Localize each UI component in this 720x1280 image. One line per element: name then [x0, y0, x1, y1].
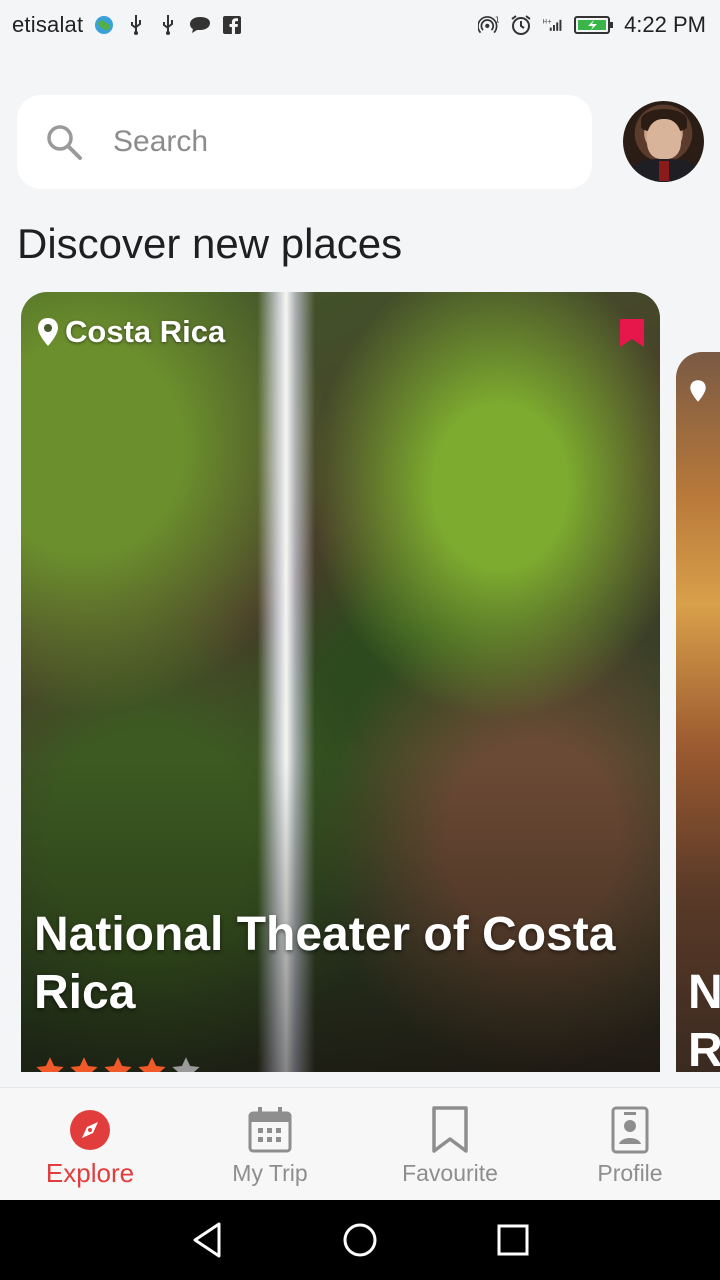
avatar-face [647, 119, 681, 159]
profile-badge-icon [608, 1106, 652, 1154]
alarm-icon [510, 14, 532, 36]
star-icon [36, 1057, 64, 1072]
recents-icon[interactable] [493, 1220, 533, 1260]
nav-my-trip[interactable]: My Trip [180, 1088, 360, 1200]
status-bar: etisalat 1 H+ 4:22 PM [0, 0, 720, 50]
place-title: National Theater of Costa Rica [34, 908, 616, 1019]
location-pin-icon [35, 317, 61, 347]
hotspot-icon: 1 [478, 14, 500, 36]
signal-icon: H+ [542, 14, 564, 36]
svg-text:H+: H+ [543, 20, 552, 26]
android-navigation-bar [0, 1200, 720, 1280]
bookmark-outline-icon [428, 1106, 472, 1154]
star-rating [35, 1056, 201, 1072]
nav-label: Favourite [402, 1160, 498, 1186]
nav-favourite[interactable]: Favourite [360, 1088, 540, 1200]
clock-time: 4:22 PM [624, 12, 706, 37]
nav-explore[interactable]: Explore [0, 1088, 180, 1200]
bookmark-icon[interactable] [619, 318, 645, 348]
place-card[interactable]: Costa Rica National Theater of Costa Ric… [21, 292, 660, 1072]
nav-label: Explore [45, 1158, 135, 1188]
message-icon [189, 14, 211, 36]
search-bar[interactable] [17, 95, 592, 189]
facebook-icon [221, 14, 243, 36]
carrier-label: etisalat [12, 12, 84, 37]
nav-profile[interactable]: Profile [540, 1088, 720, 1200]
card-location: Costa Rica [35, 314, 225, 350]
search-icon [45, 123, 83, 161]
star-icon [104, 1057, 132, 1072]
status-left: etisalat [12, 12, 243, 38]
star-icon [70, 1057, 98, 1072]
usb-icon [125, 14, 147, 36]
calendar-icon [248, 1106, 292, 1154]
bottom-nav: Explore My Trip Favourite Profile [0, 1087, 720, 1200]
card-location-label: Costa Rica [65, 314, 226, 349]
back-icon[interactable] [187, 1220, 227, 1260]
avatar-tie [659, 161, 669, 181]
next-place-title-partial: N R [688, 966, 720, 1072]
battery-icon [574, 14, 614, 36]
nav-label: Profile [597, 1160, 663, 1186]
compass-icon [68, 1106, 112, 1154]
search-input[interactable] [113, 125, 543, 159]
star-empty-icon [172, 1057, 200, 1072]
home-icon[interactable] [340, 1220, 380, 1260]
status-right: 1 H+ 4:22 PM [478, 12, 706, 38]
nav-label: My Trip [232, 1160, 308, 1186]
section-title: Discover new places [17, 220, 403, 267]
next-place-card[interactable]: N R [676, 352, 720, 1072]
location-pin-icon [688, 378, 708, 404]
globe-icon [93, 14, 115, 36]
star-icon [138, 1057, 166, 1072]
usb-icon-2 [157, 14, 179, 36]
svg-text:1: 1 [495, 15, 500, 24]
avatar[interactable] [623, 101, 704, 182]
